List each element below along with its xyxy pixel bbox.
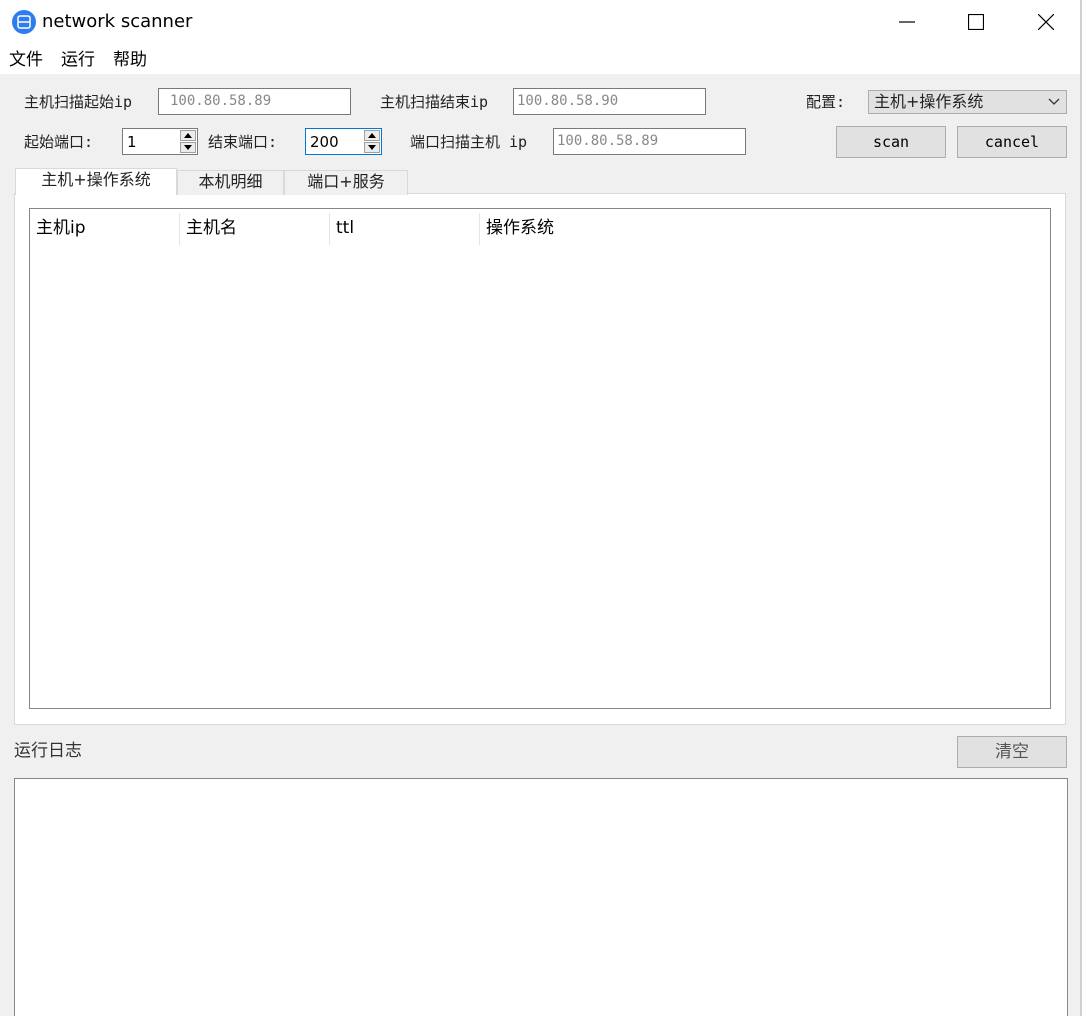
end-port-decrement[interactable] bbox=[364, 142, 380, 153]
arrow-down-icon bbox=[368, 145, 376, 150]
config-select[interactable]: 主机+操作系统 bbox=[868, 90, 1067, 114]
column-header-ttl[interactable]: ttl bbox=[330, 209, 480, 247]
start-port-value: 1 bbox=[127, 133, 137, 151]
log-label: 运行日志 bbox=[14, 741, 82, 761]
tab-local-details[interactable]: 本机明细 bbox=[177, 170, 284, 195]
column-header-os[interactable]: 操作系统 bbox=[480, 209, 780, 247]
end-port-label: 结束端口: bbox=[208, 133, 278, 151]
config-select-value: 主机+操作系统 bbox=[874, 92, 984, 111]
chevron-down-icon bbox=[1048, 98, 1060, 105]
network-scanner-app-icon bbox=[12, 10, 36, 34]
host-end-ip-label: 主机扫描结束ip bbox=[380, 93, 489, 111]
maximize-button[interactable] bbox=[941, 0, 1011, 44]
column-header-host-name[interactable]: 主机名 bbox=[180, 209, 330, 247]
maximize-icon bbox=[968, 14, 984, 30]
config-label: 配置: bbox=[806, 93, 846, 111]
tab-host-os[interactable]: 主机+操作系统 bbox=[15, 168, 177, 195]
arrow-up-icon bbox=[368, 133, 376, 138]
menu-help[interactable]: 帮助 bbox=[113, 50, 147, 70]
cancel-button[interactable]: cancel bbox=[957, 126, 1067, 158]
menu-file[interactable]: 文件 bbox=[9, 50, 43, 70]
host-end-ip-input[interactable]: 100.80.58.90 bbox=[513, 88, 706, 115]
menu-bar: 文件 运行 帮助 bbox=[0, 44, 1082, 74]
host-start-ip-input[interactable]: 100.80.58.89 bbox=[158, 88, 351, 115]
port-scan-host-label: 端口扫描主机 ip bbox=[410, 133, 528, 151]
host-start-ip-label: 主机扫描起始ip bbox=[24, 93, 133, 111]
title-bar: network scanner bbox=[0, 0, 1082, 44]
close-icon bbox=[1038, 14, 1054, 30]
start-port-label: 起始端口: bbox=[24, 133, 94, 151]
window-title: network scanner bbox=[42, 11, 193, 32]
close-button[interactable] bbox=[1011, 0, 1081, 44]
host-table[interactable]: 主机ip 主机名 ttl 操作系统 bbox=[29, 208, 1051, 709]
scan-button[interactable]: scan bbox=[836, 126, 946, 158]
end-port-value: 200 bbox=[310, 133, 339, 151]
start-port-decrement[interactable] bbox=[180, 142, 196, 153]
start-port-increment[interactable] bbox=[180, 130, 196, 141]
arrow-down-icon bbox=[184, 145, 192, 150]
minimize-button[interactable] bbox=[872, 0, 942, 44]
clear-log-button[interactable]: 清空 bbox=[957, 736, 1067, 768]
menu-run[interactable]: 运行 bbox=[61, 50, 95, 70]
minimize-icon bbox=[899, 21, 915, 23]
end-port-spinbox[interactable]: 200 bbox=[305, 128, 382, 155]
arrow-up-icon bbox=[184, 133, 192, 138]
column-header-host-ip[interactable]: 主机ip bbox=[30, 209, 180, 247]
tab-port-service[interactable]: 端口+服务 bbox=[284, 170, 408, 195]
port-scan-host-input[interactable]: 100.80.58.89 bbox=[553, 128, 746, 155]
end-port-increment[interactable] bbox=[364, 130, 380, 141]
log-textarea[interactable] bbox=[14, 778, 1068, 1016]
start-port-spinbox[interactable]: 1 bbox=[122, 128, 198, 155]
